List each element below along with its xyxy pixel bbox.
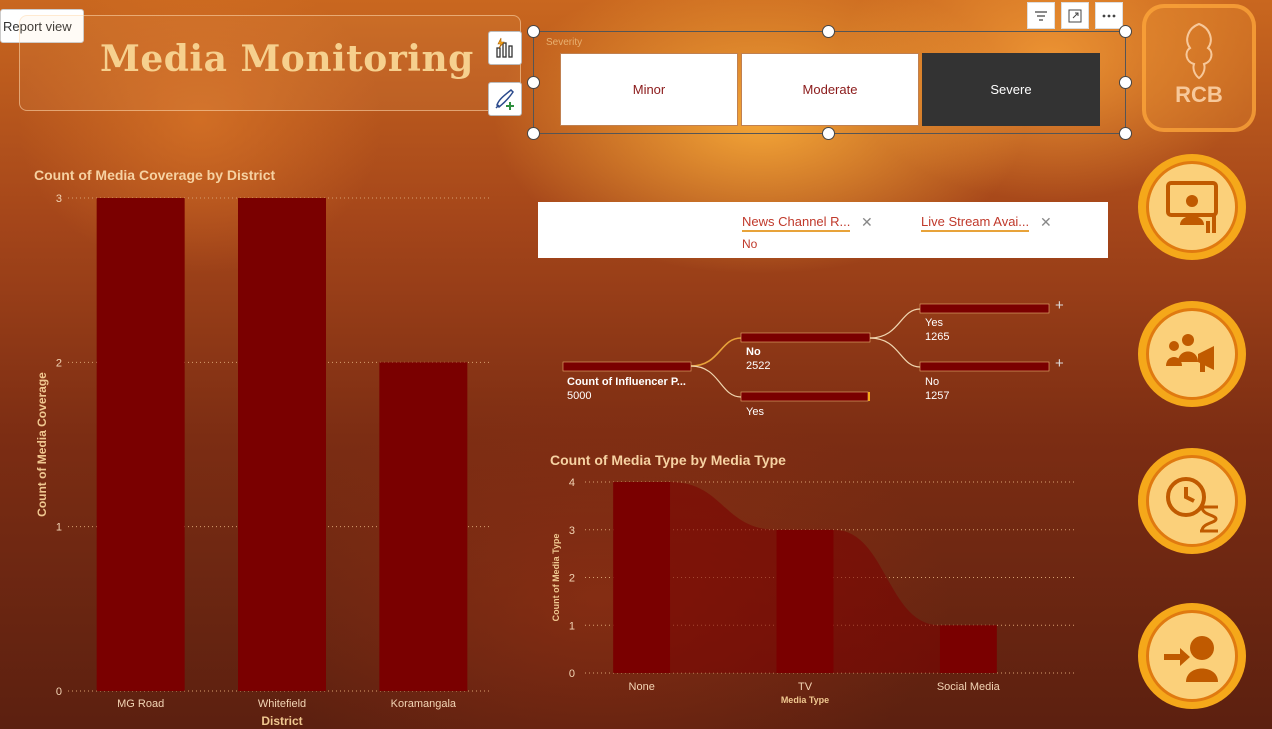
y-tick-label: 2 [569,573,575,585]
chart2-title: Count of Media Type by Media Type [550,452,786,468]
x-tick-label: None [629,681,655,693]
chart1-title: Count of Media Coverage by District [34,167,276,183]
resize-handle[interactable] [527,76,540,89]
page-title: Media Monitoring [100,38,474,80]
x-tick-label: Whitefield [258,698,306,710]
y-tick-label: 1 [56,522,62,534]
y-axis-label: Count of Media Type [551,534,561,622]
rcb-logo: RCB [1142,4,1256,132]
tree-node-yes-bar[interactable] [740,391,869,402]
expand-plus-icon[interactable]: + [1055,298,1064,313]
bar-koramangala [379,362,468,691]
clear-filter-icon[interactable]: ✕ [861,214,873,231]
media-type-bar-chart: 0 1 2 3 4 None TV Social Media Media Type Count o… [551,477,1075,705]
slicer-label: Severity [546,37,583,48]
more-options-button[interactable] [1095,2,1123,29]
nav-audience-button[interactable] [1138,301,1246,407]
filter-news-channel-value: No [742,237,758,251]
filter-card: News Channel R... ✕ No Live Stream Avai.… [538,202,1108,258]
resize-handle[interactable] [527,127,540,140]
severity-option-severe[interactable]: Severe [922,53,1100,126]
brush-plus-icon [495,88,514,110]
ribbon-connector [833,529,940,673]
bar-tv [776,529,834,673]
presentation-icon [1166,181,1218,233]
resize-handle[interactable] [822,127,835,140]
resize-handle[interactable] [527,25,540,38]
y-tick-label: 1 [569,620,575,632]
nav-time-button[interactable] [1138,448,1246,554]
rcb-crest-icon: RCB [1175,22,1223,107]
filter-news-channel[interactable]: News Channel R... [742,214,851,232]
tree-leaf-yes-label: Yes 1265 [925,317,950,343]
decomposition-tree [562,303,1050,402]
y-tick-label: 3 [56,193,62,205]
svg-text:RCB: RCB [1175,82,1223,107]
x-tick-label: MG Road [117,698,164,710]
ribbon-connector [670,482,777,673]
ellipsis-icon [1102,14,1116,17]
y-tick-label: 0 [56,686,62,698]
expand-plus-icon[interactable]: + [1055,356,1064,371]
severity-option-minor[interactable]: Minor [560,53,738,126]
tree-node-no-label: No 2522 [746,346,771,372]
nav-presentation-button[interactable] [1138,154,1246,260]
bar-whitefield [238,198,326,691]
tree-root-label: Count of Influencer P... 5000 [567,376,686,402]
district-bar-chart: 0 1 2 3 MG Road Whitefield Koramangala District… [35,193,492,728]
tree-leaf-yes-bar[interactable] [919,303,1050,314]
filter-lines-icon [1035,10,1047,21]
x-axis-label: District [261,714,302,728]
y-axis-label: Count of Media Coverage [35,372,49,517]
expand-icon [1068,9,1082,22]
bar-mg-road [96,198,185,691]
smart-narrative-button[interactable] [488,31,522,65]
tree-leaf-no-label: No 1257 [925,376,950,402]
resize-handle[interactable] [1119,76,1132,89]
clock-hourglass-icon [1166,477,1218,533]
filter-button[interactable] [1027,2,1055,29]
resize-handle[interactable] [822,25,835,38]
clear-filter-icon[interactable]: ✕ [1040,214,1052,231]
y-tick-label: 4 [569,477,575,489]
tree-node-no-bar[interactable] [740,332,871,343]
resize-handle[interactable] [1119,127,1132,140]
tree-leaf-no-bar[interactable] [919,361,1050,372]
tree-node-yes-label: Yes [746,406,764,418]
x-axis-label: Media Type [781,695,829,705]
bar-none [613,482,671,673]
format-painter-button[interactable] [488,82,522,116]
severity-option-moderate[interactable]: Moderate [741,53,919,126]
y-tick-label: 3 [569,525,575,537]
user-arrow-icon [1164,636,1218,682]
nav-user-button[interactable] [1138,603,1246,709]
audience-megaphone-icon [1166,334,1214,372]
x-tick-label: TV [798,681,813,693]
y-tick-label: 2 [56,357,62,369]
tree-root-bar[interactable] [562,361,692,372]
x-tick-label: Koramangala [391,698,457,710]
filter-live-stream[interactable]: Live Stream Avai... [921,214,1030,232]
bar-social-media [939,625,997,673]
resize-handle[interactable] [1119,25,1132,38]
y-tick-label: 0 [569,668,575,680]
x-tick-label: Social Media [937,681,1001,693]
lightning-chart-icon [496,37,513,58]
focus-mode-button[interactable] [1061,2,1089,29]
